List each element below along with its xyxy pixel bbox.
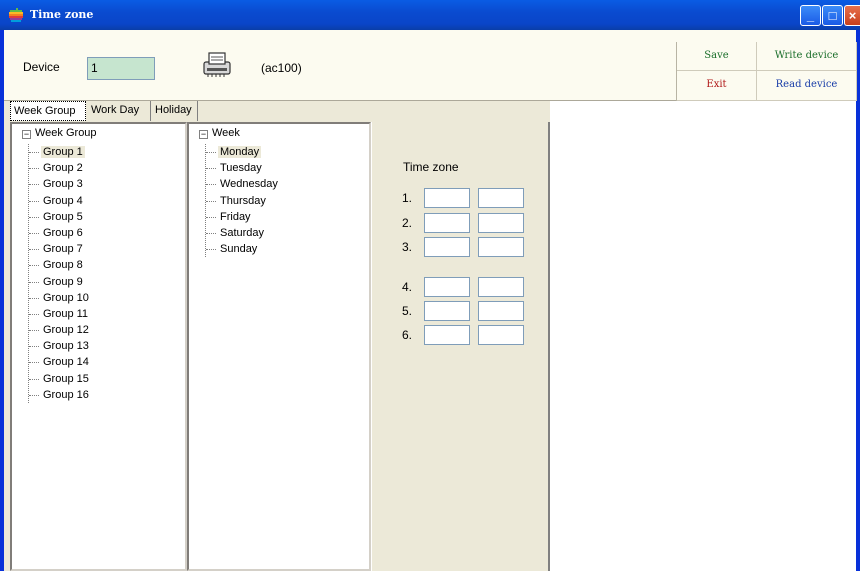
tab-week-group[interactable]: Week Group [10,101,86,121]
write-device-button[interactable]: Write device [757,42,857,71]
time-zone-end-field[interactable] [478,237,524,257]
maximize-button[interactable]: □ [822,5,843,26]
tree-item-group-11[interactable]: Group 11 [29,306,89,322]
tree-root-week[interactable]: − Week [199,127,240,139]
collapse-icon[interactable]: − [22,130,31,139]
main-content: Week Group Work Day Holiday − Week Group … [4,101,856,571]
tree-item-group-3[interactable]: Group 3 [29,176,89,192]
action-buttons: Save Write device Exit Read device [676,42,857,101]
time-zone-title: Time zone [403,160,459,174]
device-number-input[interactable]: 1 [87,57,155,80]
day-list: Monday Tuesday Wednesday Thursday Friday… [205,144,278,258]
tree-item-thursday[interactable]: Thursday [206,193,278,209]
time-zone-number: 5. [402,304,413,318]
time-zone-number: 2. [402,216,413,230]
tree-item-friday[interactable]: Friday [206,209,278,225]
device-label: Device [23,60,60,74]
tree-item-saturday[interactable]: Saturday [206,225,278,241]
tree-item-group-4[interactable]: Group 4 [29,193,89,209]
device-model-label: (ac100) [261,61,302,75]
tree-item-group-8[interactable]: Group 8 [29,257,89,273]
tree-item-group-13[interactable]: Group 13 [29,338,89,354]
time-zone-start-field[interactable] [424,301,470,321]
time-zone-start-field[interactable] [424,277,470,297]
device-toolbar: Device 1 (ac100) Save Write device Exit … [4,30,857,101]
time-zone-end-field[interactable] [478,277,524,297]
time-zone-end-field[interactable] [478,213,524,233]
tree-item-group-2[interactable]: Group 2 [29,160,89,176]
tree-item-group-12[interactable]: Group 12 [29,322,89,338]
time-zone-number: 3. [402,240,413,254]
time-zone-number: 6. [402,328,413,342]
week-group-tree[interactable]: − Week Group Group 1 Group 2 Group 3 Grou… [10,122,187,571]
close-button[interactable]: × [844,5,860,26]
time-zone-window: Time zone _ □ × Device 1 (ac100) Save Wr… [0,0,860,571]
tree-root-week-group[interactable]: − Week Group [22,127,97,139]
minimize-button[interactable]: _ [800,5,821,26]
tree-item-group-5[interactable]: Group 5 [29,209,89,225]
tree-item-monday[interactable]: Monday [206,144,278,160]
tree-root-label: Week Group [35,127,97,139]
time-zone-start-field[interactable] [424,325,470,345]
window-title: Time zone [30,8,94,21]
tree-root-label: Week [212,127,240,139]
tree-item-group-7[interactable]: Group 7 [29,241,89,257]
tab-work-day[interactable]: Work Day [88,101,151,121]
apple-logo-icon [9,8,23,22]
tree-item-group-10[interactable]: Group 10 [29,290,89,306]
time-zone-start-field[interactable] [424,188,470,208]
exit-button[interactable]: Exit [677,71,757,101]
tree-item-group-16[interactable]: Group 16 [29,387,89,403]
save-button[interactable]: Save [677,42,757,71]
read-device-button[interactable]: Read device [757,71,857,101]
tree-item-tuesday[interactable]: Tuesday [206,160,278,176]
time-zone-start-field[interactable] [424,237,470,257]
title-bar[interactable]: Time zone _ □ × [0,0,860,30]
time-zone-number: 1. [402,191,413,205]
time-zone-end-field[interactable] [478,301,524,321]
collapse-icon[interactable]: − [199,130,208,139]
schedule-panel: Week Group Work Day Holiday − Week Group … [4,101,550,571]
tab-holiday[interactable]: Holiday [152,101,198,121]
time-zone-end-field[interactable] [478,188,524,208]
tree-item-group-15[interactable]: Group 15 [29,371,89,387]
tree-item-group-1[interactable]: Group 1 [29,144,89,160]
time-zone-start-field[interactable] [424,213,470,233]
card-reader-icon [203,52,231,77]
week-day-tree[interactable]: − Week Monday Tuesday Wednesday Thursday … [187,122,371,571]
group-list: Group 1 Group 2 Group 3 Group 4 Group 5 … [28,144,89,403]
time-zone-end-field[interactable] [478,325,524,345]
tree-item-group-9[interactable]: Group 9 [29,274,89,290]
time-zone-panel: Time zone 1. 2. 3. 4. 5. 6. [371,122,550,571]
tree-item-group-6[interactable]: Group 6 [29,225,89,241]
tree-item-sunday[interactable]: Sunday [206,241,278,257]
tree-item-wednesday[interactable]: Wednesday [206,176,278,192]
time-zone-number: 4. [402,280,413,294]
tree-item-group-14[interactable]: Group 14 [29,354,89,370]
